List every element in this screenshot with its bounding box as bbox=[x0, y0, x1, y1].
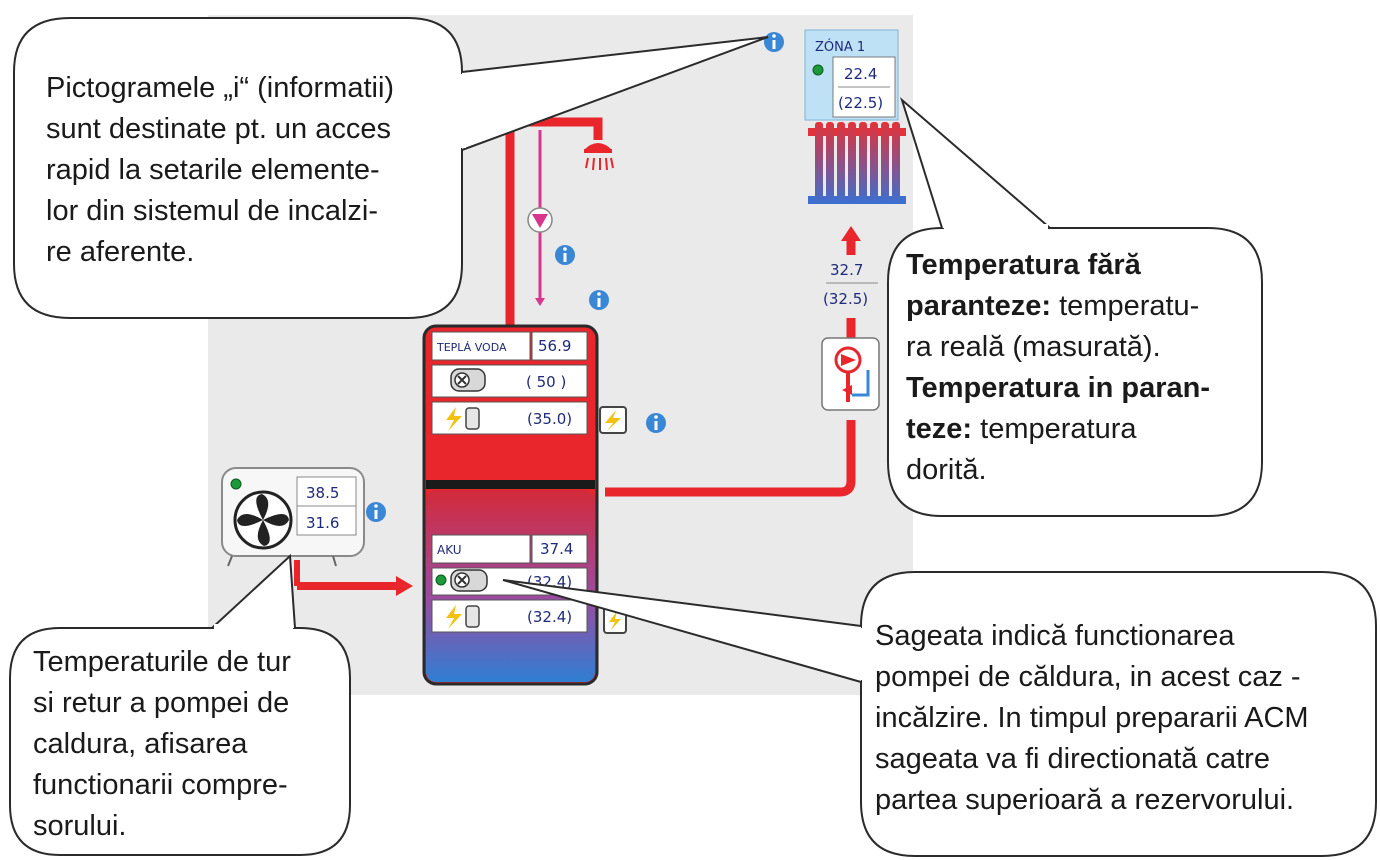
info-icon bbox=[589, 290, 609, 310]
info-icon bbox=[555, 245, 575, 265]
callout-line: rapid la setarile elemente- bbox=[46, 154, 380, 186]
heat-pump-unit[interactable]: 38.5 31.6 bbox=[221, 467, 365, 567]
flow-desired-temp: (32.5) bbox=[823, 290, 868, 308]
callout-line: temperatu- bbox=[1051, 290, 1200, 322]
callout-temperature-tail bbox=[899, 96, 1051, 229]
flow-actual-temp: 32.7 bbox=[830, 261, 863, 279]
status-dot-icon bbox=[435, 574, 447, 586]
callout-bold: Temperatura fără bbox=[906, 249, 1141, 281]
callout-line: sageata va fi directionată catre bbox=[875, 743, 1270, 775]
info-icon bbox=[764, 32, 784, 52]
heat-pump-return-temp: 31.6 bbox=[306, 514, 339, 532]
heater-element-icon bbox=[450, 368, 486, 392]
zone-title: ZÓNA 1 bbox=[815, 39, 865, 55]
callout-info-text: Pictogramele „i“ (informatii) sunt desti… bbox=[46, 68, 394, 273]
zone-desired-temp: (22.5) bbox=[838, 94, 883, 112]
callout-heat-pump-text: Temperaturile de tur si retur a pompei d… bbox=[33, 642, 291, 847]
callout-arrow-text: Sageata indică functionarea pompei de că… bbox=[875, 616, 1309, 821]
callout-line: ra reală (masurată). bbox=[906, 331, 1161, 363]
electric-heater-icon bbox=[465, 407, 480, 430]
mixing-pump-icon[interactable] bbox=[821, 337, 880, 411]
heater-toggle-button[interactable] bbox=[599, 406, 627, 434]
callout-line: Sageata indică functionarea bbox=[875, 620, 1235, 652]
electric-heater-icon bbox=[465, 605, 480, 628]
tank-top-row2-value: ( 50 ) bbox=[526, 373, 566, 391]
fan-icon bbox=[233, 490, 293, 550]
callout-line: dorită. bbox=[906, 454, 987, 486]
tank-divider bbox=[426, 480, 595, 489]
tank-bottom-label: AKU bbox=[437, 543, 462, 557]
info-icon bbox=[366, 502, 386, 522]
callout-bold: paranteze: bbox=[906, 290, 1052, 322]
callout-line: incălzire. In timpul prepararii ACM bbox=[875, 702, 1309, 734]
callout-line: Temperaturile de tur bbox=[33, 646, 291, 678]
status-dot-icon bbox=[230, 478, 242, 490]
callout-line: functionarii compre- bbox=[33, 769, 288, 801]
tank-top-temp: 56.9 bbox=[538, 337, 571, 355]
heat-pump-supply-temp: 38.5 bbox=[306, 484, 339, 502]
storage-tank[interactable]: TEPLÁ VODA 56.9 ( 50 ) (35.0) AKU 37.4 (… bbox=[422, 324, 599, 686]
info-icon bbox=[646, 413, 666, 433]
callout-line: caldura, afisarea bbox=[33, 728, 248, 760]
callout-line: Pictogramele „i“ (informatii) bbox=[46, 72, 395, 104]
tank-top-row3-value: (35.0) bbox=[527, 410, 572, 428]
heater-element-icon bbox=[450, 569, 488, 592]
status-dot-icon bbox=[812, 64, 824, 76]
tank-top-label: TEPLÁ VODA bbox=[436, 341, 507, 354]
callout-temperature-text: Temperatura fără paranteze: temperatu- r… bbox=[906, 245, 1210, 491]
circulation-pump-icon[interactable] bbox=[527, 207, 553, 233]
callout-line: temperatura bbox=[972, 413, 1137, 445]
zone-actual-temp: 22.4 bbox=[844, 65, 877, 83]
callout-line: lor din sistemul de incalzi- bbox=[46, 195, 379, 227]
callout-line: sunt destinate pt. un acces bbox=[46, 113, 391, 145]
callout-line: sorului. bbox=[33, 810, 127, 842]
zone-1-panel[interactable]: ZÓNA 1 22.4 (22.5) bbox=[804, 29, 899, 121]
tank-bottom-row3-value: (32.4) bbox=[527, 608, 572, 626]
callout-line: re aferente. bbox=[46, 236, 195, 268]
callout-line: partea superioară a rezervorului. bbox=[875, 784, 1295, 816]
callout-bold: teze: bbox=[906, 413, 973, 445]
callout-line: pompei de căldura, in acest caz - bbox=[875, 661, 1301, 693]
callout-line: si retur a pompei de bbox=[33, 687, 290, 719]
tank-bottom-temp: 37.4 bbox=[540, 540, 573, 558]
callout-bold: Temperatura in paran- bbox=[906, 372, 1211, 404]
